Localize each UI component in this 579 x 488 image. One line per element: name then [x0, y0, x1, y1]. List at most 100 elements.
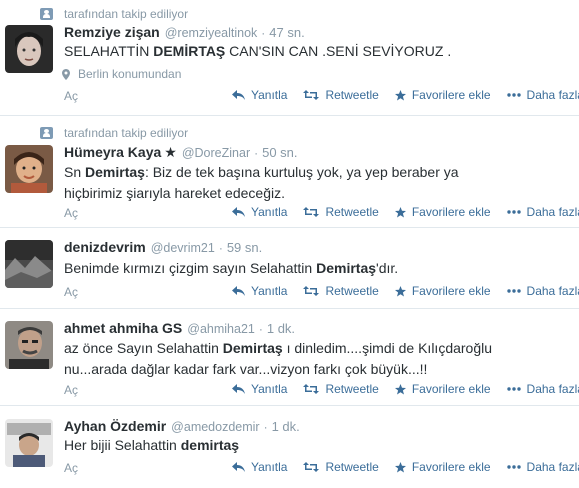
ellipsis-icon: [506, 289, 521, 293]
user-handle[interactable]: @ahmiha21: [187, 322, 255, 336]
favorite-button[interactable]: Favorilere ekle: [394, 205, 491, 219]
tweet-time[interactable]: 50 sn.: [262, 145, 297, 160]
favorite-button[interactable]: Favorilere ekle: [394, 382, 491, 396]
favorite-label: Favorilere ekle: [411, 205, 491, 219]
tweet-item[interactable]: tarafından takip ediliyor Hümeyra Kaya ★…: [0, 117, 579, 228]
expand-link[interactable]: Aç: [64, 89, 78, 103]
tweet-header: Remziye zişan @remziyealtinok · 47 sn.: [64, 24, 305, 40]
retweet-icon: [303, 90, 320, 100]
more-button[interactable]: Daha fazla: [506, 284, 579, 298]
retweet-label: Retweetle: [325, 284, 379, 298]
tweet-time[interactable]: 47 sn.: [269, 25, 304, 40]
expand-link[interactable]: Aç: [64, 206, 78, 220]
reply-label: Yanıtla: [251, 382, 288, 396]
ellipsis-icon: [506, 387, 521, 391]
user-fullname[interactable]: ahmet ahmiha GS: [64, 320, 182, 336]
more-button[interactable]: Daha fazla: [506, 382, 579, 396]
tweet-header: Hümeyra Kaya ★ @DoreZinar · 50 sn.: [64, 144, 298, 160]
tweet-text: Sn Demirtaş: Biz de tek başına kurtuluş …: [64, 164, 459, 201]
retweet-button[interactable]: Retweetle: [303, 284, 379, 298]
tweet-header: denizdevrim @devrim21 · 59 sn.: [64, 239, 263, 255]
more-button[interactable]: Daha fazla: [506, 88, 579, 102]
user-fullname[interactable]: Ayhan Özdemir: [64, 418, 166, 434]
star-icon: [394, 206, 406, 217]
tweet-header: ahmet ahmiha GS @ahmiha21 · 1 dk.: [64, 320, 296, 336]
tweet-item[interactable]: ahmet ahmiha GS @ahmiha21 · 1 dk. az önc…: [0, 310, 579, 406]
tweet-item[interactable]: tarafından takip ediliyor Remziye zişan …: [0, 0, 579, 116]
avatar[interactable]: [5, 321, 53, 369]
person-icon: [40, 8, 53, 20]
avatar[interactable]: [5, 419, 53, 467]
reply-button[interactable]: Yanıtla: [232, 382, 287, 396]
tweet-time[interactable]: 1 dk.: [267, 321, 295, 336]
follow-context: tarafından takip ediliyor: [40, 6, 188, 22]
user-handle[interactable]: @DoreZinar: [182, 146, 250, 160]
person-icon: [40, 127, 53, 139]
reply-arrow-icon: [232, 462, 245, 472]
retweet-button[interactable]: Retweetle: [303, 88, 379, 102]
tweet-actions: Yanıtla Retweetle Favorilere ekle Daha f…: [232, 460, 579, 474]
more-label: Daha fazla: [526, 382, 579, 396]
favorite-label: Favorilere ekle: [411, 284, 491, 298]
tweet-actions: Yanıtla Retweetle Favorilere ekle Daha f…: [232, 382, 579, 396]
favorite-label: Favorilere ekle: [411, 88, 491, 102]
reply-label: Yanıtla: [251, 284, 288, 298]
retweet-button[interactable]: Retweetle: [303, 205, 379, 219]
tweet-time[interactable]: 59 sn.: [227, 240, 262, 255]
more-label: Daha fazla: [526, 460, 579, 474]
tweet-text: Her bijii Selahattin demirtaş: [64, 437, 240, 453]
reply-arrow-icon: [232, 90, 245, 100]
more-button[interactable]: Daha fazla: [506, 205, 579, 219]
more-label: Daha fazla: [526, 205, 579, 219]
favorite-button[interactable]: Favorilere ekle: [394, 88, 491, 102]
tweet-time[interactable]: 1 dk.: [272, 419, 300, 434]
more-label: Daha fazla: [526, 284, 579, 298]
avatar[interactable]: [5, 25, 53, 73]
reply-button[interactable]: Yanıtla: [232, 88, 287, 102]
expand-link[interactable]: Aç: [64, 285, 78, 299]
follow-context: tarafından takip ediliyor: [40, 125, 188, 141]
reply-button[interactable]: Yanıtla: [232, 205, 287, 219]
favorite-button[interactable]: Favorilere ekle: [394, 284, 491, 298]
reply-button[interactable]: Yanıtla: [232, 460, 287, 474]
reply-label: Yanıtla: [251, 205, 288, 219]
star-icon: [394, 383, 406, 394]
retweet-icon: [303, 462, 320, 472]
user-handle[interactable]: @remziyealtinok: [165, 26, 258, 40]
tweet-text: Benimde kırmızı çizgim sayın Selahattin …: [64, 260, 399, 276]
user-handle[interactable]: @devrim21: [151, 241, 215, 255]
ellipsis-icon: [506, 210, 521, 214]
tweet-text: SELAHATTİN DEMİRTAŞ CAN'SIN CAN .SENİ SE…: [64, 43, 452, 59]
star-icon: [394, 285, 406, 296]
user-fullname[interactable]: Remziye zişan: [64, 24, 160, 40]
retweet-label: Retweetle: [325, 460, 379, 474]
retweet-button[interactable]: Retweetle: [303, 382, 379, 396]
reply-button[interactable]: Yanıtla: [232, 284, 287, 298]
reply-arrow-icon: [232, 384, 245, 394]
favorite-button[interactable]: Favorilere ekle: [394, 460, 491, 474]
tweet-actions: Yanıtla Retweetle Favorilere ekle Daha f…: [232, 205, 579, 219]
user-handle[interactable]: @amedozdemir: [171, 420, 259, 434]
avatar[interactable]: [5, 240, 53, 288]
tweet-actions: Yanıtla Retweetle Favorilere ekle Daha f…: [232, 88, 579, 102]
star-icon: [394, 89, 406, 100]
retweet-label: Retweetle: [325, 382, 379, 396]
avatar[interactable]: [5, 145, 53, 193]
expand-link[interactable]: Aç: [64, 383, 78, 397]
star-icon: [394, 461, 406, 472]
retweet-label: Retweetle: [325, 88, 379, 102]
retweet-button[interactable]: Retweetle: [303, 460, 379, 474]
reply-arrow-icon: [232, 286, 245, 296]
favorite-label: Favorilere ekle: [411, 382, 491, 396]
tweet-item[interactable]: Ayhan Özdemir @amedozdemir · 1 dk. Her b…: [0, 407, 579, 488]
more-button[interactable]: Daha fazla: [506, 460, 579, 474]
favorite-label: Favorilere ekle: [411, 460, 491, 474]
location-text: Berlin konumundan: [78, 67, 182, 81]
user-fullname[interactable]: denizdevrim: [64, 239, 146, 255]
ellipsis-icon: [506, 465, 521, 469]
tweet-location[interactable]: Berlin konumundan: [62, 67, 181, 81]
expand-link[interactable]: Aç: [64, 461, 78, 475]
reply-arrow-icon: [232, 207, 245, 217]
user-fullname[interactable]: Hümeyra Kaya: [64, 144, 161, 160]
tweet-item[interactable]: denizdevrim @devrim21 · 59 sn. Benimde k…: [0, 229, 579, 309]
